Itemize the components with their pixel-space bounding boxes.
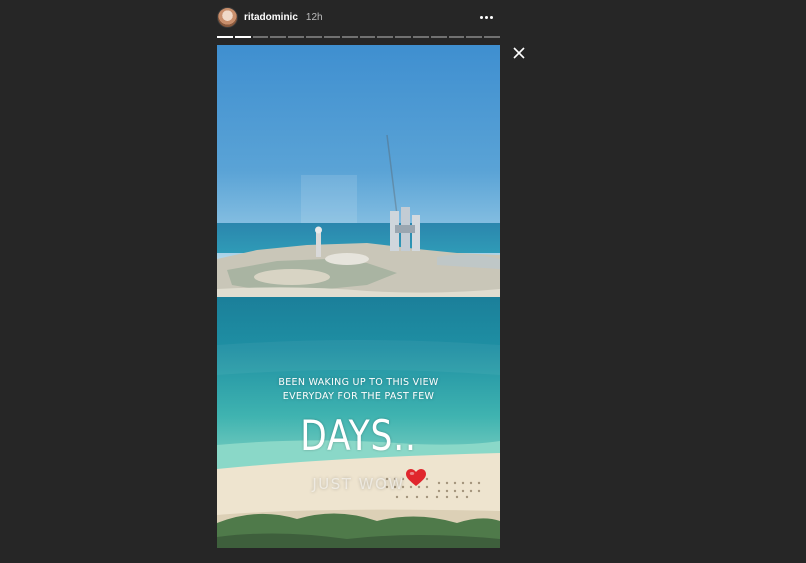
story-header: ritadominic 12h [217,6,500,28]
progress-segment [466,36,483,38]
story-viewer: ritadominic 12h BEEN WAKING UP TO THIS V… [0,0,806,563]
progress-segment [377,36,394,38]
story-progress-bar [217,36,500,38]
story-photo [217,134,500,548]
progress-segment [252,36,269,38]
avatar[interactable] [217,6,238,28]
progress-segment [217,36,233,38]
progress-segment [412,36,429,38]
progress-segment [341,36,358,38]
heart-icon [406,469,426,487]
timestamp: 12h [305,11,323,23]
progress-segment [448,36,465,38]
username[interactable]: ritadominic [244,12,298,23]
progress-segment [234,36,251,38]
close-icon[interactable] [511,45,527,61]
caption-subtext: JUST WOW [312,475,405,493]
caption-line-2: EVERYDAY FOR THE PAST FEW [282,391,435,402]
more-options-icon[interactable] [476,9,496,25]
progress-segment [359,36,376,38]
progress-segment [484,36,500,38]
caption-headline: DAYS.. [300,411,417,460]
progress-segment [288,36,305,38]
caption-line-1: BEEN WAKING UP TO THIS VIEW [278,377,439,388]
progress-segment [323,36,340,38]
progress-segment [430,36,447,38]
progress-segment [306,36,322,38]
progress-segment [395,36,411,38]
story-media[interactable]: BEEN WAKING UP TO THIS VIEW EVERYDAY FOR… [217,45,500,548]
progress-segment [270,36,287,38]
